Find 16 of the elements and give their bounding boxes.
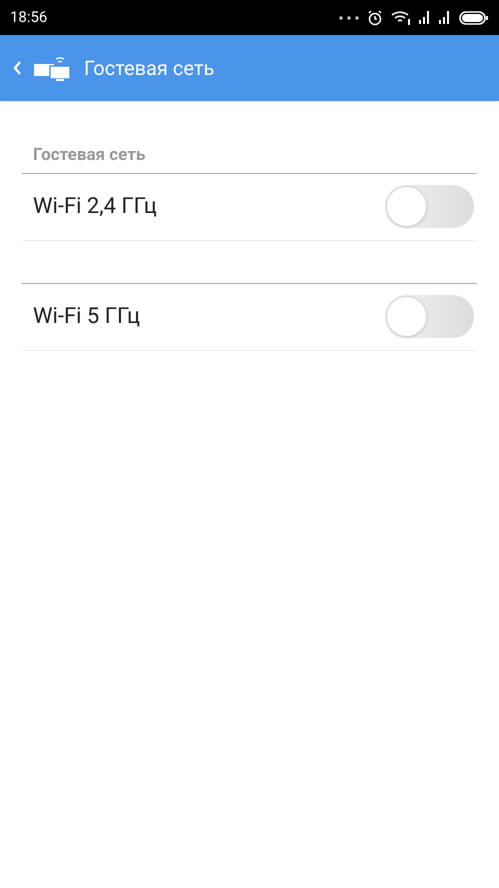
toggle-switch[interactable] [385,185,474,228]
toggle-switch[interactable] [385,295,474,338]
signal-icon [419,11,431,24]
back-icon [12,60,22,76]
status-time: 18:56 [10,7,48,28]
battery-icon [459,10,489,24]
alarm-icon [367,10,383,26]
signal-icon [439,11,451,24]
section-header: Гостевая сеть [32,144,146,167]
more-dots-icon [339,16,359,20]
devices-icon [34,54,72,82]
setting-label: Wi-Fi 2,4 ГГц [33,193,157,221]
wifi-icon [391,10,411,25]
setting-label: Wi-Fi 5 ГГц [33,303,140,331]
app-bar-title: Гостевая сеть [84,55,214,82]
back-button[interactable] [12,60,22,76]
